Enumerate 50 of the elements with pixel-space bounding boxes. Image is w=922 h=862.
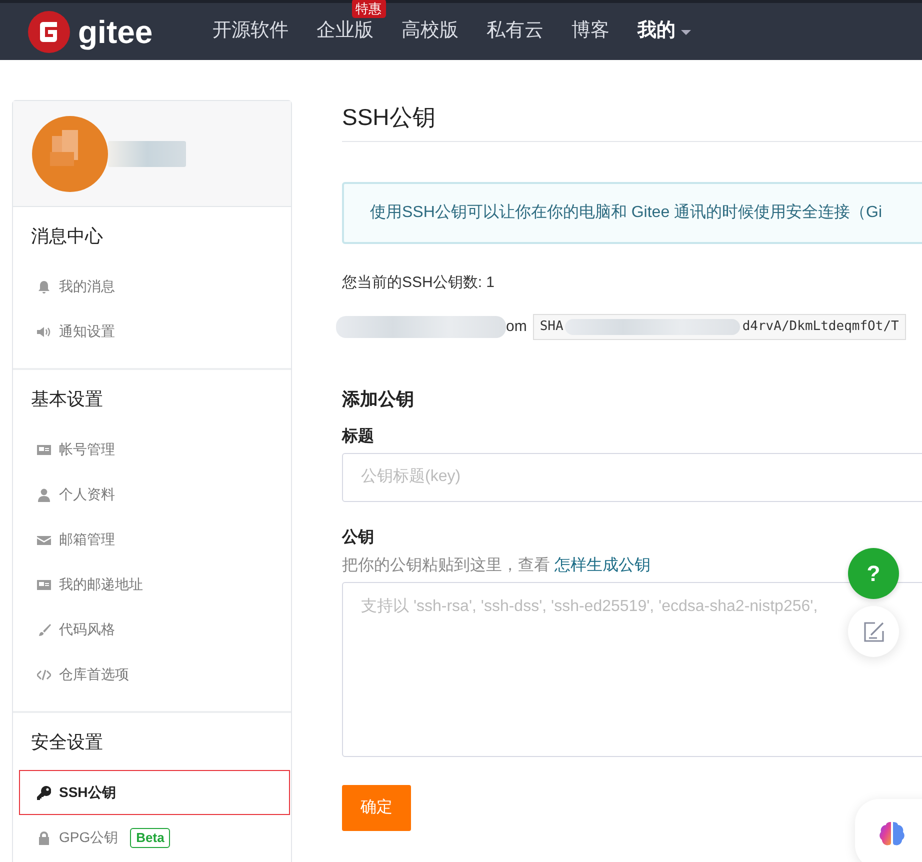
page-title: SSH公钥 <box>342 100 922 142</box>
id-card-icon <box>37 442 51 456</box>
bell-icon <box>37 280 51 294</box>
nav-link[interactable]: 企业版 <box>302 17 388 46</box>
nav-link[interactable]: 私有云 <box>472 17 558 46</box>
sidebar-item[interactable]: 我的邮递地址 <box>19 562 290 607</box>
lock-icon <box>37 830 51 844</box>
sidebar-item[interactable]: 通知设置 <box>19 309 290 354</box>
sidebar-item[interactable]: 帐号管理 <box>19 427 290 472</box>
key-count: 您当前的SSH公钥数: 1 <box>342 272 496 292</box>
sidebar-item[interactable]: 个人资料 <box>19 472 290 517</box>
id-card-icon <box>37 578 51 592</box>
key-fingerprint: SHA d4rvA/DkmLtdeqmfOt/T <box>532 314 906 340</box>
nav-link[interactable]: 开源软件 <box>198 17 303 46</box>
sidebar-item[interactable]: 代码风格 <box>19 607 290 652</box>
key-textarea[interactable]: 支持以 'ssh-rsa', 'ssh-dss', 'ssh-ed25519', 'ecdsa-sha2-nistp256', <box>342 582 922 756</box>
sidebar-item[interactable]: GPG公钥 Beta <box>19 815 290 860</box>
form-heading: 添加公钥 <box>342 388 415 410</box>
beta-badge: Beta <box>130 828 170 848</box>
promo-badge: 特惠 <box>352 0 386 18</box>
nav-link[interactable]: 博客 <box>558 17 624 46</box>
field-label: 标题 <box>342 426 375 446</box>
nav-link[interactable]: 我的 <box>624 17 706 46</box>
code-icon <box>37 668 51 682</box>
sidebar-item[interactable]: 邮箱管理 <box>19 517 290 562</box>
logo-text[interactable]: gitee <box>78 16 153 48</box>
section-heading: 安全设置 <box>30 731 104 754</box>
logo-icon[interactable] <box>28 10 70 52</box>
brush-icon <box>37 622 51 636</box>
submit-button[interactable]: 确定 <box>342 785 411 831</box>
section-heading: 基本设置 <box>30 388 104 411</box>
title-input[interactable]: 公钥标题(key) <box>342 452 922 502</box>
sidebar-item[interactable]: 我的消息 <box>19 264 290 309</box>
avatar[interactable] <box>32 116 108 192</box>
help-button[interactable]: ? <box>848 548 899 599</box>
sidebar-item[interactable]: 仓库首选项 <box>19 652 290 697</box>
assistant-button[interactable] <box>855 799 922 862</box>
nav-link[interactable]: 高校版 <box>388 17 473 46</box>
edit-icon <box>862 620 884 642</box>
key-hint: 把你的公钥粘贴到这里，查看 怎样生成公钥 <box>342 556 650 576</box>
sidebar-item[interactable]: SSH公钥 <box>19 770 290 815</box>
field-label: 公钥 <box>342 528 375 548</box>
help-link[interactable]: 怎样生成公钥 <box>554 556 650 574</box>
user-icon <box>37 488 51 502</box>
speaker-icon <box>37 324 51 338</box>
key-name-text: om <box>506 316 527 336</box>
caret-icon <box>680 28 692 36</box>
section-heading: 消息中心 <box>30 225 104 248</box>
key-icon <box>37 786 51 800</box>
alert-text: 使用SSH公钥可以让你在你的电脑和 Gitee 通讯的时候使用安全连接（Gi <box>370 202 882 222</box>
